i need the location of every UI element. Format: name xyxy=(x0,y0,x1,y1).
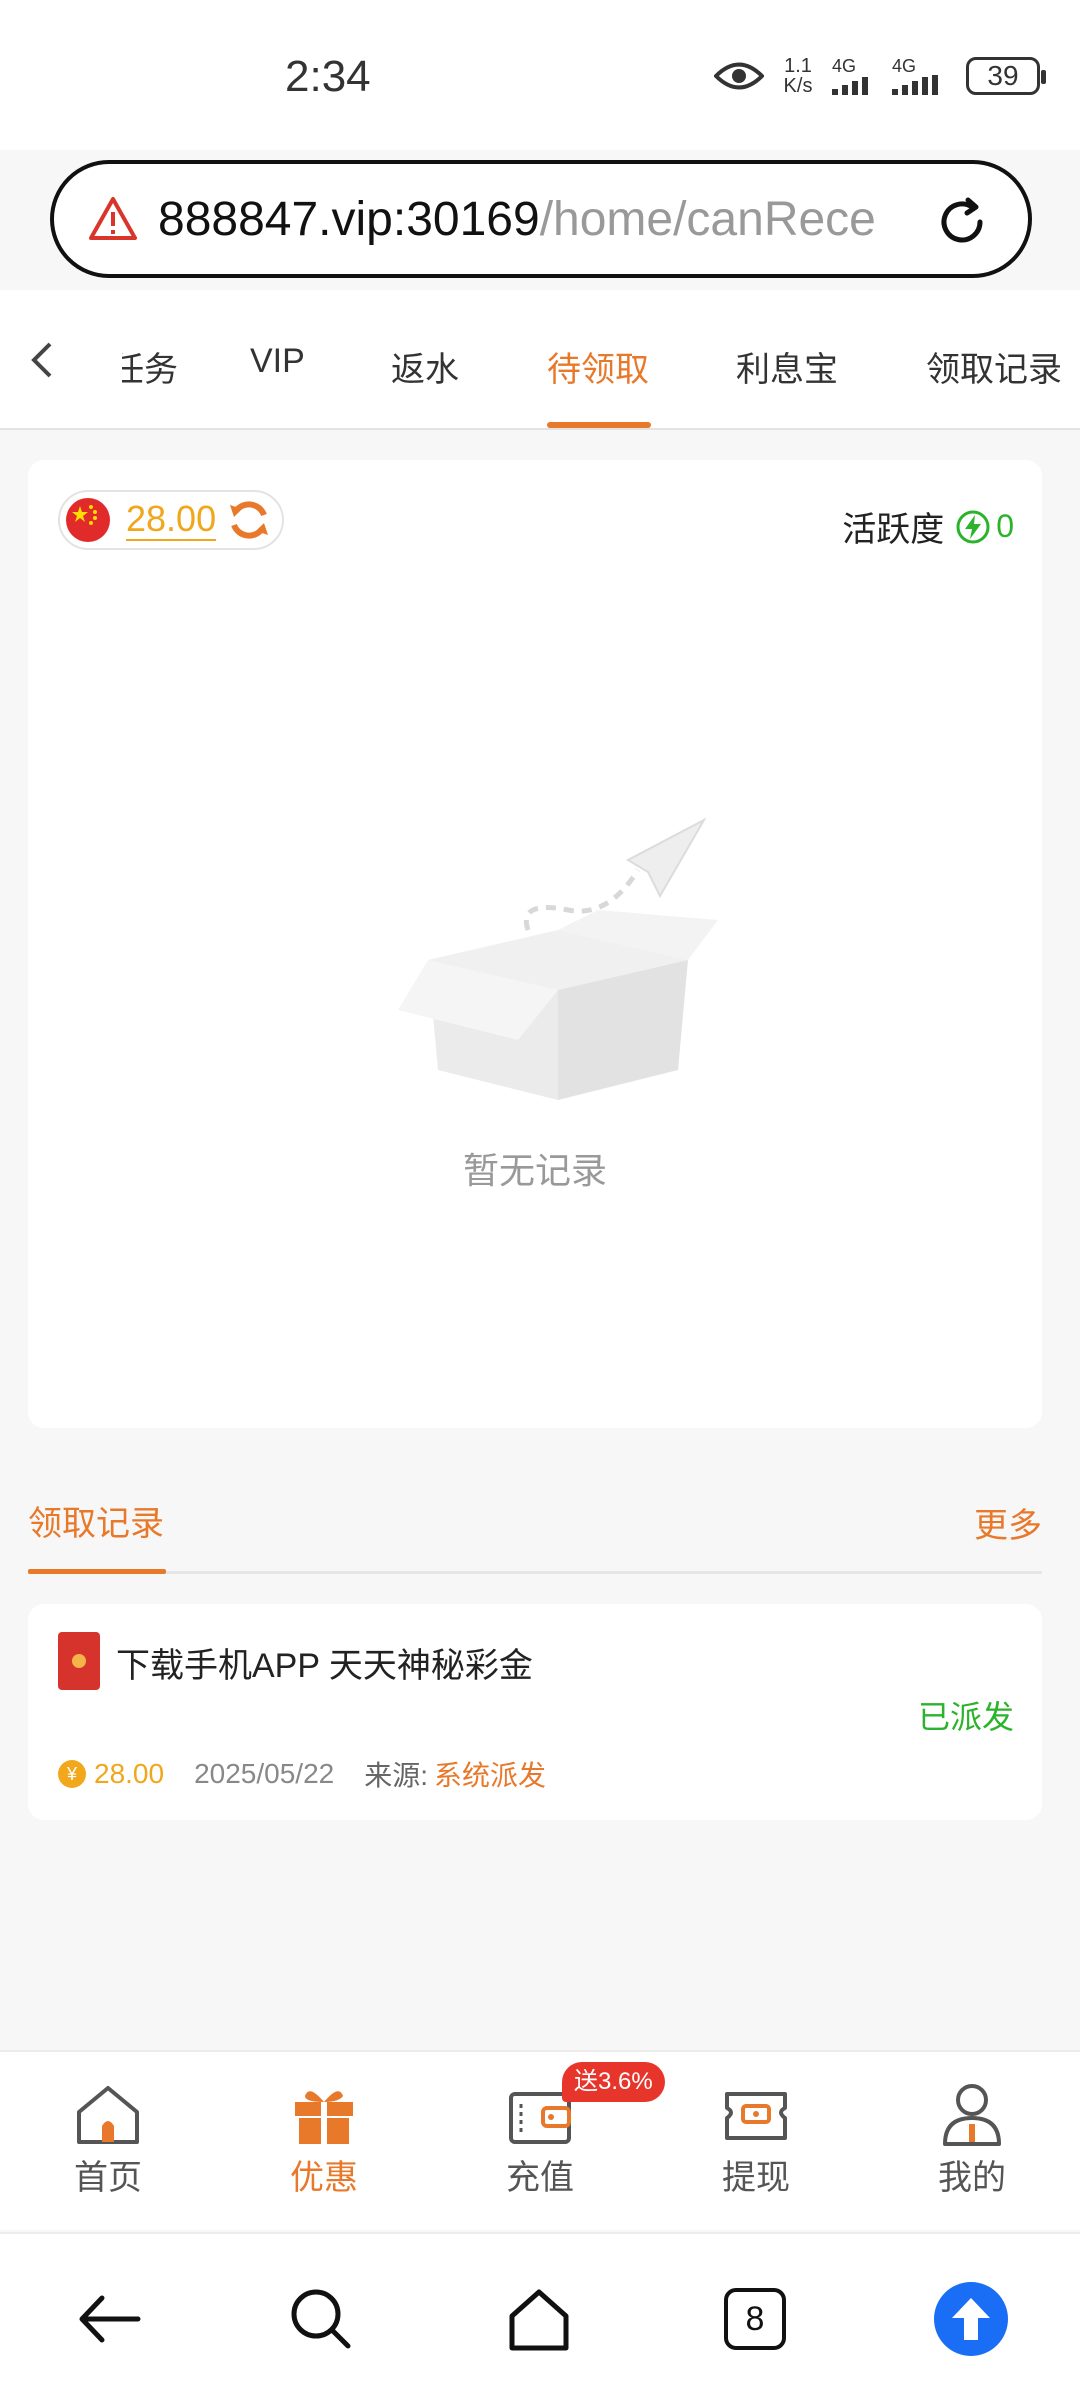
tab-pending[interactable]: 待领取 xyxy=(547,342,649,391)
status-icons: 1.1 K/s 4G 4G 39 xyxy=(714,55,1046,97)
nav-item-withdraw[interactable]: 提现 xyxy=(686,2082,826,2199)
home-icon[interactable] xyxy=(504,2284,574,2354)
nav-item-home[interactable]: 首页 xyxy=(38,2082,178,2199)
record-source-value: 系统派发 xyxy=(434,1760,547,1791)
search-icon[interactable] xyxy=(286,2284,356,2354)
back-arrow-icon[interactable] xyxy=(74,2284,144,2354)
system-navigation-bar: 8 xyxy=(0,2232,1080,2400)
record-amount: 28.00 xyxy=(94,1758,165,1789)
record-meta: ¥ 28.00 2025/05/22 来源: 系统派发 xyxy=(58,1754,546,1794)
tab-task[interactable]: 任务 xyxy=(122,342,178,391)
address-bar[interactable]: 888847.vip:30169/home/canRecei xyxy=(50,160,1032,278)
ticket-icon xyxy=(725,2092,787,2140)
records-section-title: 领取记录 xyxy=(28,1505,164,1543)
arrow-up-icon xyxy=(952,2298,990,2340)
empty-state-text: 暂无记录 xyxy=(462,1150,607,1191)
user-icon xyxy=(943,2084,1001,2146)
activity-value: 0 xyxy=(996,508,1014,544)
lightning-icon xyxy=(956,510,990,543)
record-title: 下载手机APP 天天神秘彩金 xyxy=(116,1647,533,1685)
activity-indicator: 活跃度 0 xyxy=(842,502,1014,551)
url-host: 888847.vip:30169 xyxy=(158,192,540,246)
record-status: 已派发 xyxy=(917,1699,1014,1735)
activity-label: 活跃度 xyxy=(842,511,945,549)
balance-value: 28.00 xyxy=(126,498,217,541)
active-tab-indicator xyxy=(547,422,651,428)
bottom-nav: 首页 优惠 充值 送3.6% 提现 我的 xyxy=(0,2050,1080,2230)
status-time: 2:34 xyxy=(285,52,371,101)
tab-claim-records[interactable]: 领取记录 xyxy=(926,342,1062,391)
reload-icon[interactable] xyxy=(932,192,992,252)
status-bar: 2:34 1.1 K/s 4G 4G 39 xyxy=(0,0,1080,150)
record-date: 2025/05/22 xyxy=(194,1758,335,1789)
gift-icon xyxy=(295,2091,353,2144)
category-tabs: 任务 VIP 返水 待领取 利息宝 领取记录 xyxy=(0,290,1080,430)
record-source-label: 来源: xyxy=(364,1760,428,1791)
tab-interest[interactable]: 利息宝 xyxy=(736,342,838,391)
chevron-left-icon[interactable] xyxy=(24,340,64,380)
record-item[interactable]: 下载手机APP 天天神秘彩金 已派发 ¥ 28.00 2025/05/22 来源… xyxy=(28,1604,1042,1820)
url-text[interactable]: 888847.vip:30169/home/canRecei xyxy=(158,192,878,247)
eye-icon xyxy=(714,62,764,90)
scroll-up-button[interactable] xyxy=(934,2282,1008,2356)
balance-pill[interactable]: 28.00 xyxy=(58,490,284,550)
red-envelope-icon xyxy=(58,1632,100,1690)
section-title-underline xyxy=(28,1569,166,1574)
net-speed: 1.1 K/s xyxy=(783,55,813,97)
signal-bars-icon xyxy=(892,75,938,95)
url-path: /home/canRecei xyxy=(539,192,878,246)
promo-badge: 送3.6% xyxy=(562,2062,665,2102)
nav-item-promotions[interactable]: 优惠 xyxy=(254,2082,394,2199)
more-link[interactable]: 更多 xyxy=(974,1498,1042,1547)
signal-sim1: 4G xyxy=(832,57,878,95)
records-section-header: 领取记录 更多 xyxy=(28,1486,1042,1574)
warning-icon[interactable] xyxy=(88,194,138,244)
tab-rebate[interactable]: 返水 xyxy=(391,342,459,391)
refresh-icon[interactable] xyxy=(226,497,272,543)
tabs-count-button[interactable]: 8 xyxy=(724,2288,786,2350)
signal-sim2: 4G xyxy=(892,57,952,95)
pending-card: 28.00 活跃度 0 暂无记录 xyxy=(28,460,1042,1428)
coin-icon: ¥ xyxy=(58,1760,86,1788)
empty-box-illustration xyxy=(398,817,718,1100)
tab-vip[interactable]: VIP xyxy=(250,342,305,381)
signal-bars-icon xyxy=(832,77,868,95)
nav-item-profile[interactable]: 我的 xyxy=(902,2082,1042,2199)
battery-indicator: 39 xyxy=(966,57,1046,95)
china-flag-icon xyxy=(66,498,110,542)
home-icon xyxy=(77,2086,139,2144)
